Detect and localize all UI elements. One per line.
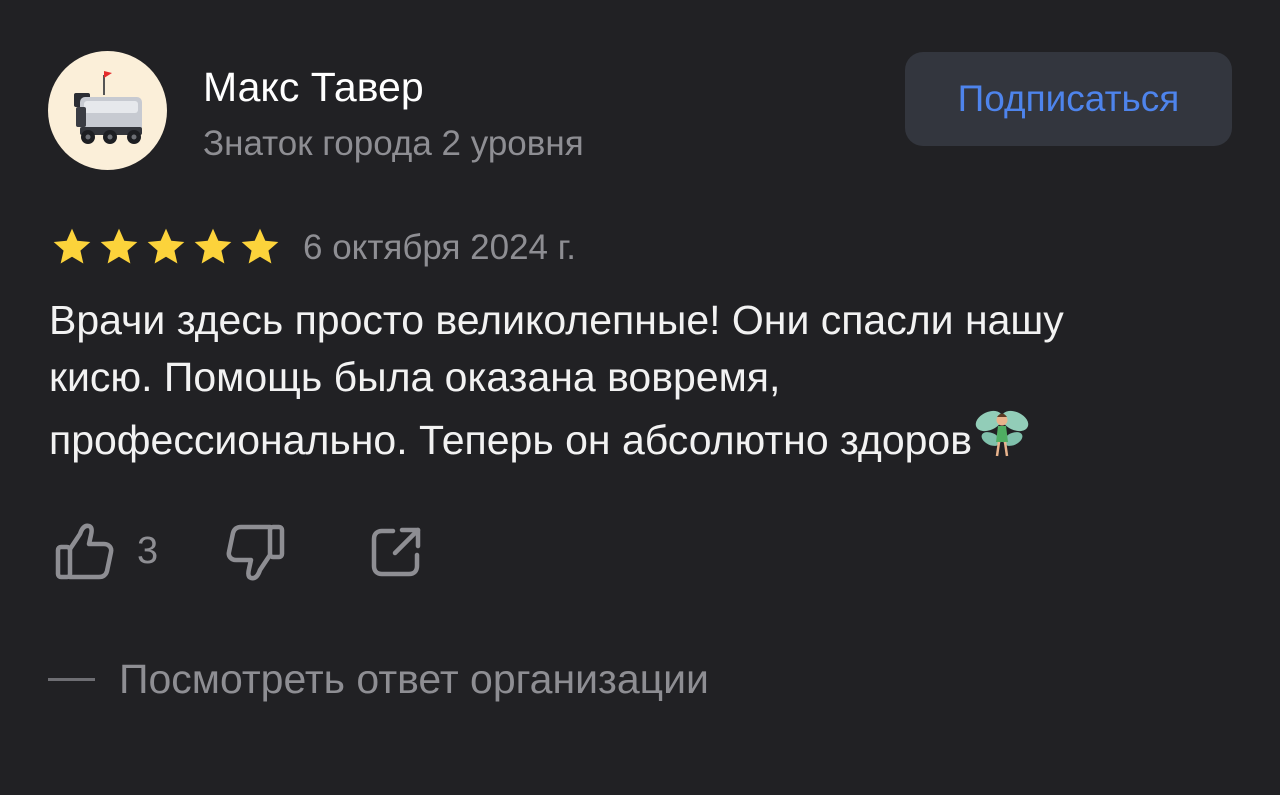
star-icon (194, 228, 232, 264)
thumbs-down-icon (226, 524, 285, 581)
review-text-line: кисю. Помощь была оказана вовремя, (49, 354, 781, 400)
star-icon (147, 228, 185, 264)
share-button[interactable] (368, 524, 424, 580)
author-name[interactable]: Макс Тавер (203, 62, 424, 112)
view-org-reply-label: Посмотреть ответ организации (119, 656, 709, 702)
review-text: Врачи здесь просто великолепные! Они спа… (49, 292, 1239, 469)
fairy-emoji (975, 410, 1029, 457)
star-icon (100, 228, 138, 264)
dislike-button[interactable] (224, 522, 286, 584)
avatar[interactable] (48, 51, 167, 170)
star-icon (53, 228, 91, 264)
like-button[interactable] (54, 520, 116, 582)
delivery-robot-icon (74, 71, 142, 144)
rating-stars (49, 225, 283, 269)
view-org-reply-button[interactable]: Посмотреть ответ организации (48, 654, 709, 704)
review-text-line: Врачи здесь просто великолепные! Они спа… (49, 297, 1064, 343)
subscribe-button[interactable]: Подписаться (905, 52, 1232, 146)
star-icon (241, 228, 279, 264)
review-date: 6 октября 2024 г. (303, 228, 576, 267)
author-level: Знаток города 2 уровня (203, 124, 584, 163)
review-text-line: профессионально. Теперь он абсолютно здо… (49, 417, 973, 463)
reply-dash (48, 677, 95, 681)
thumbs-up-icon (55, 523, 114, 580)
share-icon (371, 527, 421, 577)
like-count: 3 (137, 530, 159, 572)
